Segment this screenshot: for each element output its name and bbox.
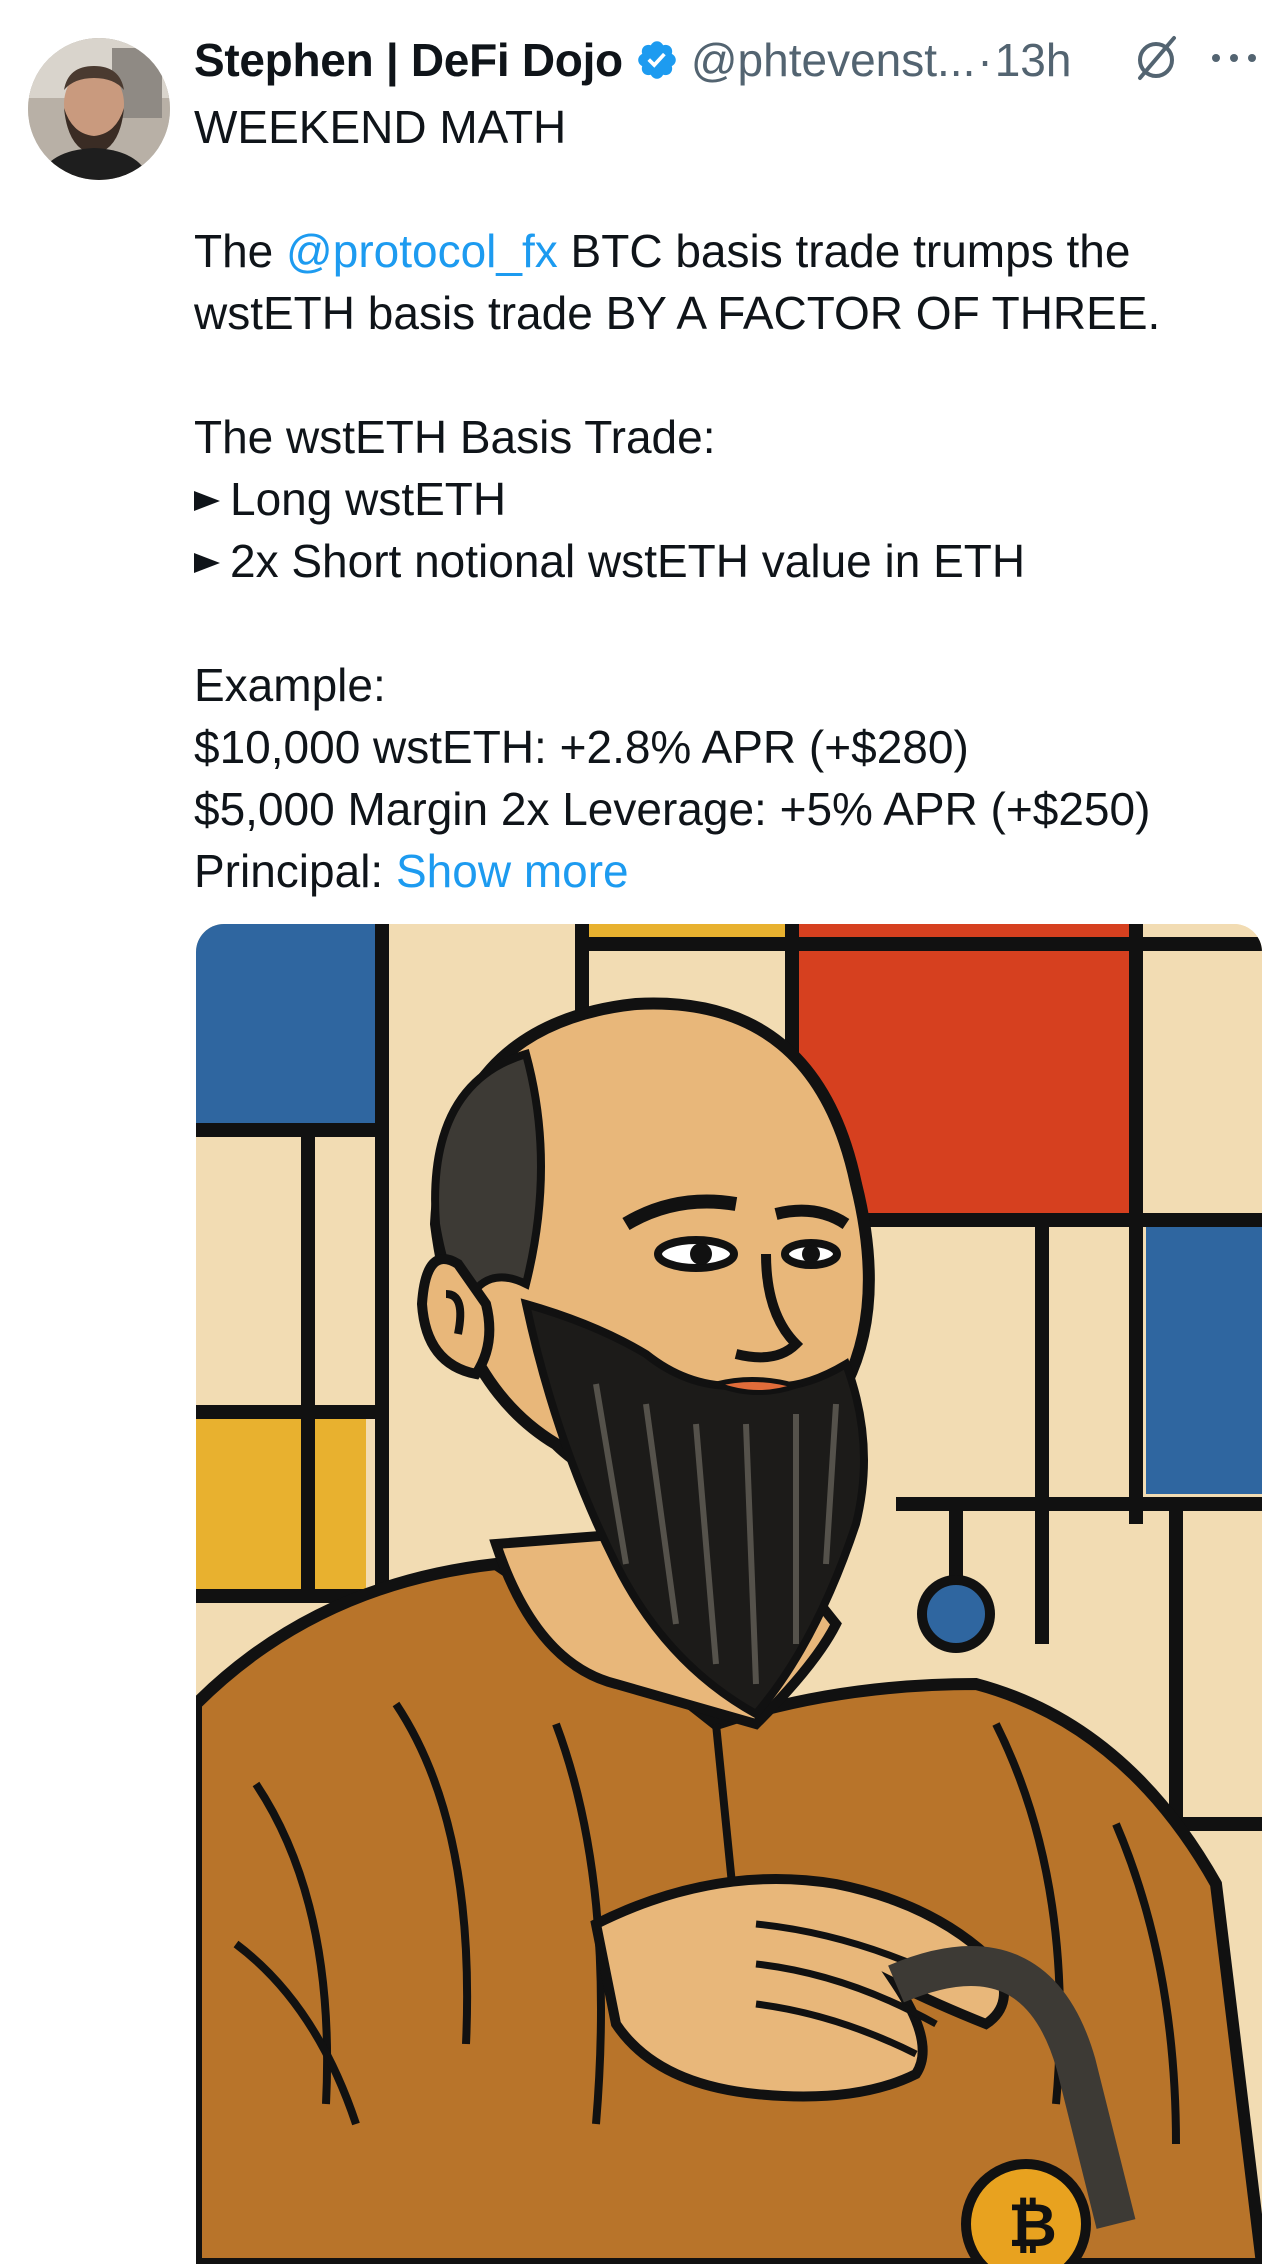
- tweet-line: $5,000 Margin 2x Leverage: +5% APR (+$25…: [194, 783, 1151, 835]
- tweet-line: $10,000 wstETH: +2.8% APR (+$280): [194, 721, 969, 773]
- more-horizontal-icon[interactable]: [1206, 44, 1262, 72]
- tweet-image[interactable]: ₿: [196, 924, 1262, 2264]
- verified-badge-icon: [638, 41, 676, 79]
- arrow-bullet-icon: [194, 553, 220, 573]
- avatar[interactable]: [28, 38, 170, 180]
- bullet-line: Long wstETH: [194, 468, 1264, 530]
- bullet-text: Long wstETH: [230, 473, 507, 525]
- svg-text:₿: ₿: [1008, 2191, 1057, 2261]
- text-segment: The: [194, 225, 287, 277]
- timestamp[interactable]: 13h: [995, 33, 1072, 87]
- separator-dot: ·: [977, 34, 993, 86]
- tweet-line: Example:: [194, 659, 386, 711]
- illustration: ₿: [196, 924, 1262, 2264]
- arrow-bullet-icon: [194, 491, 220, 511]
- tweet-text: WEEKEND MATH The @protocol_fx BTC basis …: [194, 96, 1264, 902]
- grok-icon[interactable]: [1128, 30, 1184, 86]
- bullet-line: 2x Short notional wstETH value in ETH: [194, 530, 1264, 592]
- tweet-header: Stephen | DeFi Dojo @phtevenst... · 13h: [194, 28, 1274, 92]
- tweet-line: WEEKEND MATH: [194, 101, 567, 153]
- text-segment: BTC basis trade trumps the: [557, 225, 1131, 277]
- avatar-image: [28, 38, 170, 180]
- author-handle[interactable]: @phtevenst...: [691, 33, 976, 87]
- tweet-line: Principal: Show more: [194, 840, 1264, 902]
- show-more-link[interactable]: Show more: [396, 845, 629, 897]
- bullet-text: 2x Short notional wstETH value in ETH: [230, 535, 1026, 587]
- tweet[interactable]: Stephen | DeFi Dojo @phtevenst... · 13h …: [0, 0, 1284, 2264]
- tweet-line: The @protocol_fx BTC basis trade trumps …: [194, 220, 1264, 282]
- mention-link[interactable]: @protocol_fx: [286, 225, 558, 277]
- text-segment: Principal:: [194, 845, 396, 897]
- tweet-line: The wstETH Basis Trade:: [194, 411, 716, 463]
- tweet-line: wstETH basis trade BY A FACTOR OF THREE.: [194, 287, 1161, 339]
- display-name[interactable]: Stephen | DeFi Dojo: [194, 33, 623, 87]
